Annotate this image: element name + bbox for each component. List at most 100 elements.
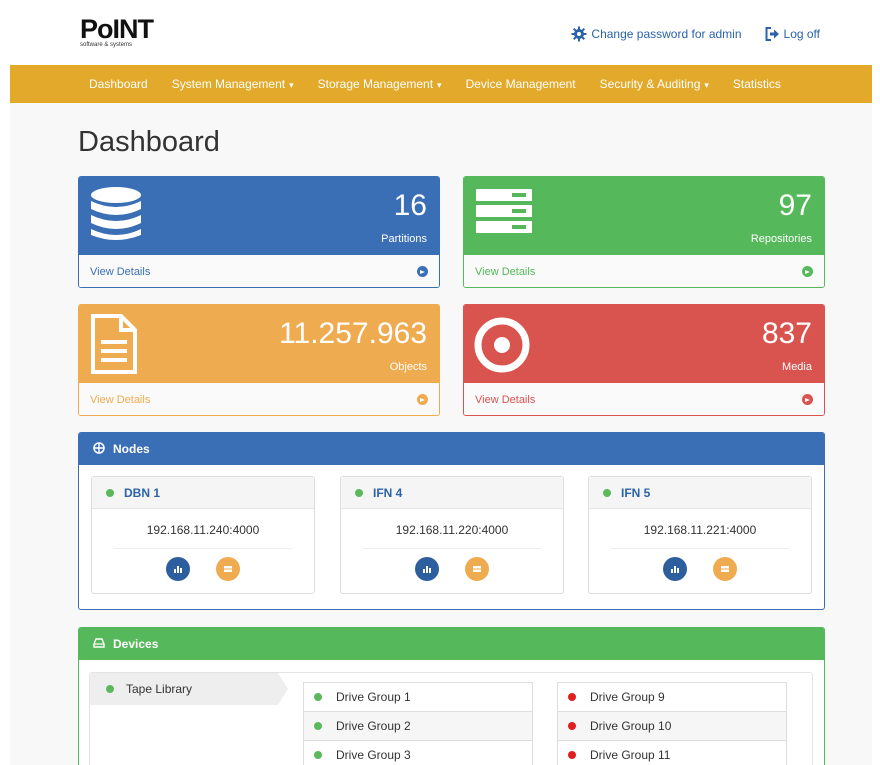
node-actions xyxy=(589,557,811,581)
arrow-circle-right-icon xyxy=(417,266,428,277)
main-navbar: Dashboard System Management ▾ Storage Man… xyxy=(10,65,872,103)
node-header[interactable]: IFN 5 xyxy=(589,477,811,509)
nav-device-management-label: Device Management xyxy=(465,77,576,91)
storage-button[interactable] xyxy=(713,557,737,581)
node-header[interactable]: IFN 4 xyxy=(341,477,563,509)
account-links: Change password for admin Log off xyxy=(571,26,820,42)
objects-view-details[interactable]: View Details xyxy=(79,383,439,415)
dashboard-page: PoINT software & systems Change password… xyxy=(10,8,872,765)
caret-down-icon: ▾ xyxy=(437,80,442,90)
node-card: IFN 4 192.168.11.220:4000 xyxy=(340,476,564,594)
globe-icon xyxy=(93,441,105,457)
view-details-label: View Details xyxy=(90,265,151,278)
arrow-circle-right-icon xyxy=(802,394,813,405)
status-dot xyxy=(314,722,322,730)
change-password-label: Change password for admin xyxy=(591,27,742,41)
media-view-details[interactable]: View Details xyxy=(464,383,824,415)
devices-panel-title: Devices xyxy=(113,637,159,651)
view-details-label: View Details xyxy=(475,393,536,406)
list-item[interactable]: Drive Group 2 xyxy=(304,712,532,741)
nodes-panel: Nodes DBN 1 192.168.11.240:4000 IFN 4 19… xyxy=(78,432,825,610)
page-title: Dashboard xyxy=(78,126,220,158)
view-details-label: View Details xyxy=(475,265,536,278)
statistics-button[interactable] xyxy=(166,557,190,581)
top-bar: PoINT software & systems Change password… xyxy=(10,8,872,65)
node-name: DBN 1 xyxy=(124,485,161,500)
gear-icon xyxy=(571,26,587,42)
node-card: DBN 1 192.168.11.240:4000 xyxy=(91,476,315,594)
drive-group-label: Drive Group 1 xyxy=(336,690,411,704)
nodes-panel-header: Nodes xyxy=(79,433,824,465)
status-dot xyxy=(314,693,322,701)
devices-panel-header: Devices xyxy=(79,628,824,660)
nav-system-management[interactable]: System Management ▾ xyxy=(172,77,294,91)
repositories-count: 97 xyxy=(778,189,812,222)
document-icon xyxy=(89,313,139,380)
change-password-link[interactable]: Change password for admin xyxy=(571,26,742,42)
list-item[interactable]: Drive Group 9 xyxy=(558,683,786,712)
node-address: 192.168.11.240:4000 xyxy=(146,523,260,537)
objects-card: 11.257.963 Objects View Details xyxy=(78,304,440,416)
status-dot xyxy=(568,722,576,730)
drive-group-label: Drive Group 10 xyxy=(590,719,672,733)
repositories-view-details[interactable]: View Details xyxy=(464,255,824,287)
list-item[interactable]: Drive Group 10 xyxy=(558,712,786,741)
nav-storage-management[interactable]: Storage Management ▾ xyxy=(318,77,442,91)
drive-icon xyxy=(224,566,232,572)
nav-dashboard[interactable]: Dashboard xyxy=(89,77,148,91)
partitions-view-details[interactable]: View Details xyxy=(79,255,439,287)
node-header[interactable]: DBN 1 xyxy=(92,477,314,509)
list-item[interactable]: Drive Group 11 xyxy=(558,741,786,765)
partitions-count: 16 xyxy=(393,189,427,222)
statistics-button[interactable] xyxy=(415,557,439,581)
media-card-header: 837 Media xyxy=(464,305,824,383)
logo[interactable]: PoINT software & systems xyxy=(80,14,154,48)
divider xyxy=(611,548,789,549)
nodes-panel-title: Nodes xyxy=(113,442,150,456)
statistics-button[interactable] xyxy=(663,557,687,581)
status-dot xyxy=(314,751,322,759)
bar-chart-icon xyxy=(671,566,679,573)
status-dot xyxy=(106,488,114,497)
drive-icon xyxy=(721,566,729,572)
view-details-label: View Details xyxy=(90,393,151,406)
nav-dashboard-label: Dashboard xyxy=(89,77,148,91)
objects-label: Objects xyxy=(389,361,427,373)
partitions-label: Partitions xyxy=(381,233,427,245)
nav-statistics-label: Statistics xyxy=(732,77,781,91)
logo-text: PoINT xyxy=(80,14,154,44)
node-address: 192.168.11.221:4000 xyxy=(643,523,757,537)
drive-group-label: Drive Group 9 xyxy=(590,690,665,704)
media-card: 837 Media View Details xyxy=(463,304,825,416)
hdd-icon xyxy=(93,637,105,652)
nav-security-auditing[interactable]: Security & Auditing ▾ xyxy=(600,77,709,91)
status-dot xyxy=(355,488,363,497)
caret-down-icon: ▾ xyxy=(704,80,709,90)
device-tab-tape-library[interactable]: Tape Library xyxy=(90,673,288,705)
nav-security-auditing-label: Security & Auditing xyxy=(599,77,701,91)
drive-group-label: Drive Group 3 xyxy=(336,748,411,762)
logout-icon xyxy=(764,26,780,42)
nav-system-management-label: System Management xyxy=(171,77,286,91)
bar-chart-icon xyxy=(423,566,431,573)
divider xyxy=(363,548,541,549)
drive-group-list-right: Drive Group 9 Drive Group 10 Drive Group… xyxy=(557,682,787,765)
divider xyxy=(114,548,292,549)
storage-button[interactable] xyxy=(465,557,489,581)
device-tab-label: Tape Library xyxy=(126,682,193,696)
node-card: IFN 5 192.168.11.221:4000 xyxy=(588,476,812,594)
arrow-circle-right-icon xyxy=(802,266,813,277)
status-dot xyxy=(568,693,576,701)
list-item[interactable]: Drive Group 1 xyxy=(304,683,532,712)
storage-button[interactable] xyxy=(216,557,240,581)
repositories-card-header: 97 Repositories xyxy=(464,177,824,255)
arrow-circle-right-icon xyxy=(417,394,428,405)
log-off-label: Log off xyxy=(783,27,820,41)
devices-panel: Devices Tape Library Drive Group 1 Drive… xyxy=(78,627,825,765)
nav-statistics[interactable]: Statistics xyxy=(733,77,781,91)
list-item[interactable]: Drive Group 3 xyxy=(304,741,532,765)
target-icon xyxy=(474,313,530,378)
log-off-link[interactable]: Log off xyxy=(764,26,820,42)
nav-device-management[interactable]: Device Management xyxy=(466,77,576,91)
node-address: 192.168.11.220:4000 xyxy=(395,523,509,537)
